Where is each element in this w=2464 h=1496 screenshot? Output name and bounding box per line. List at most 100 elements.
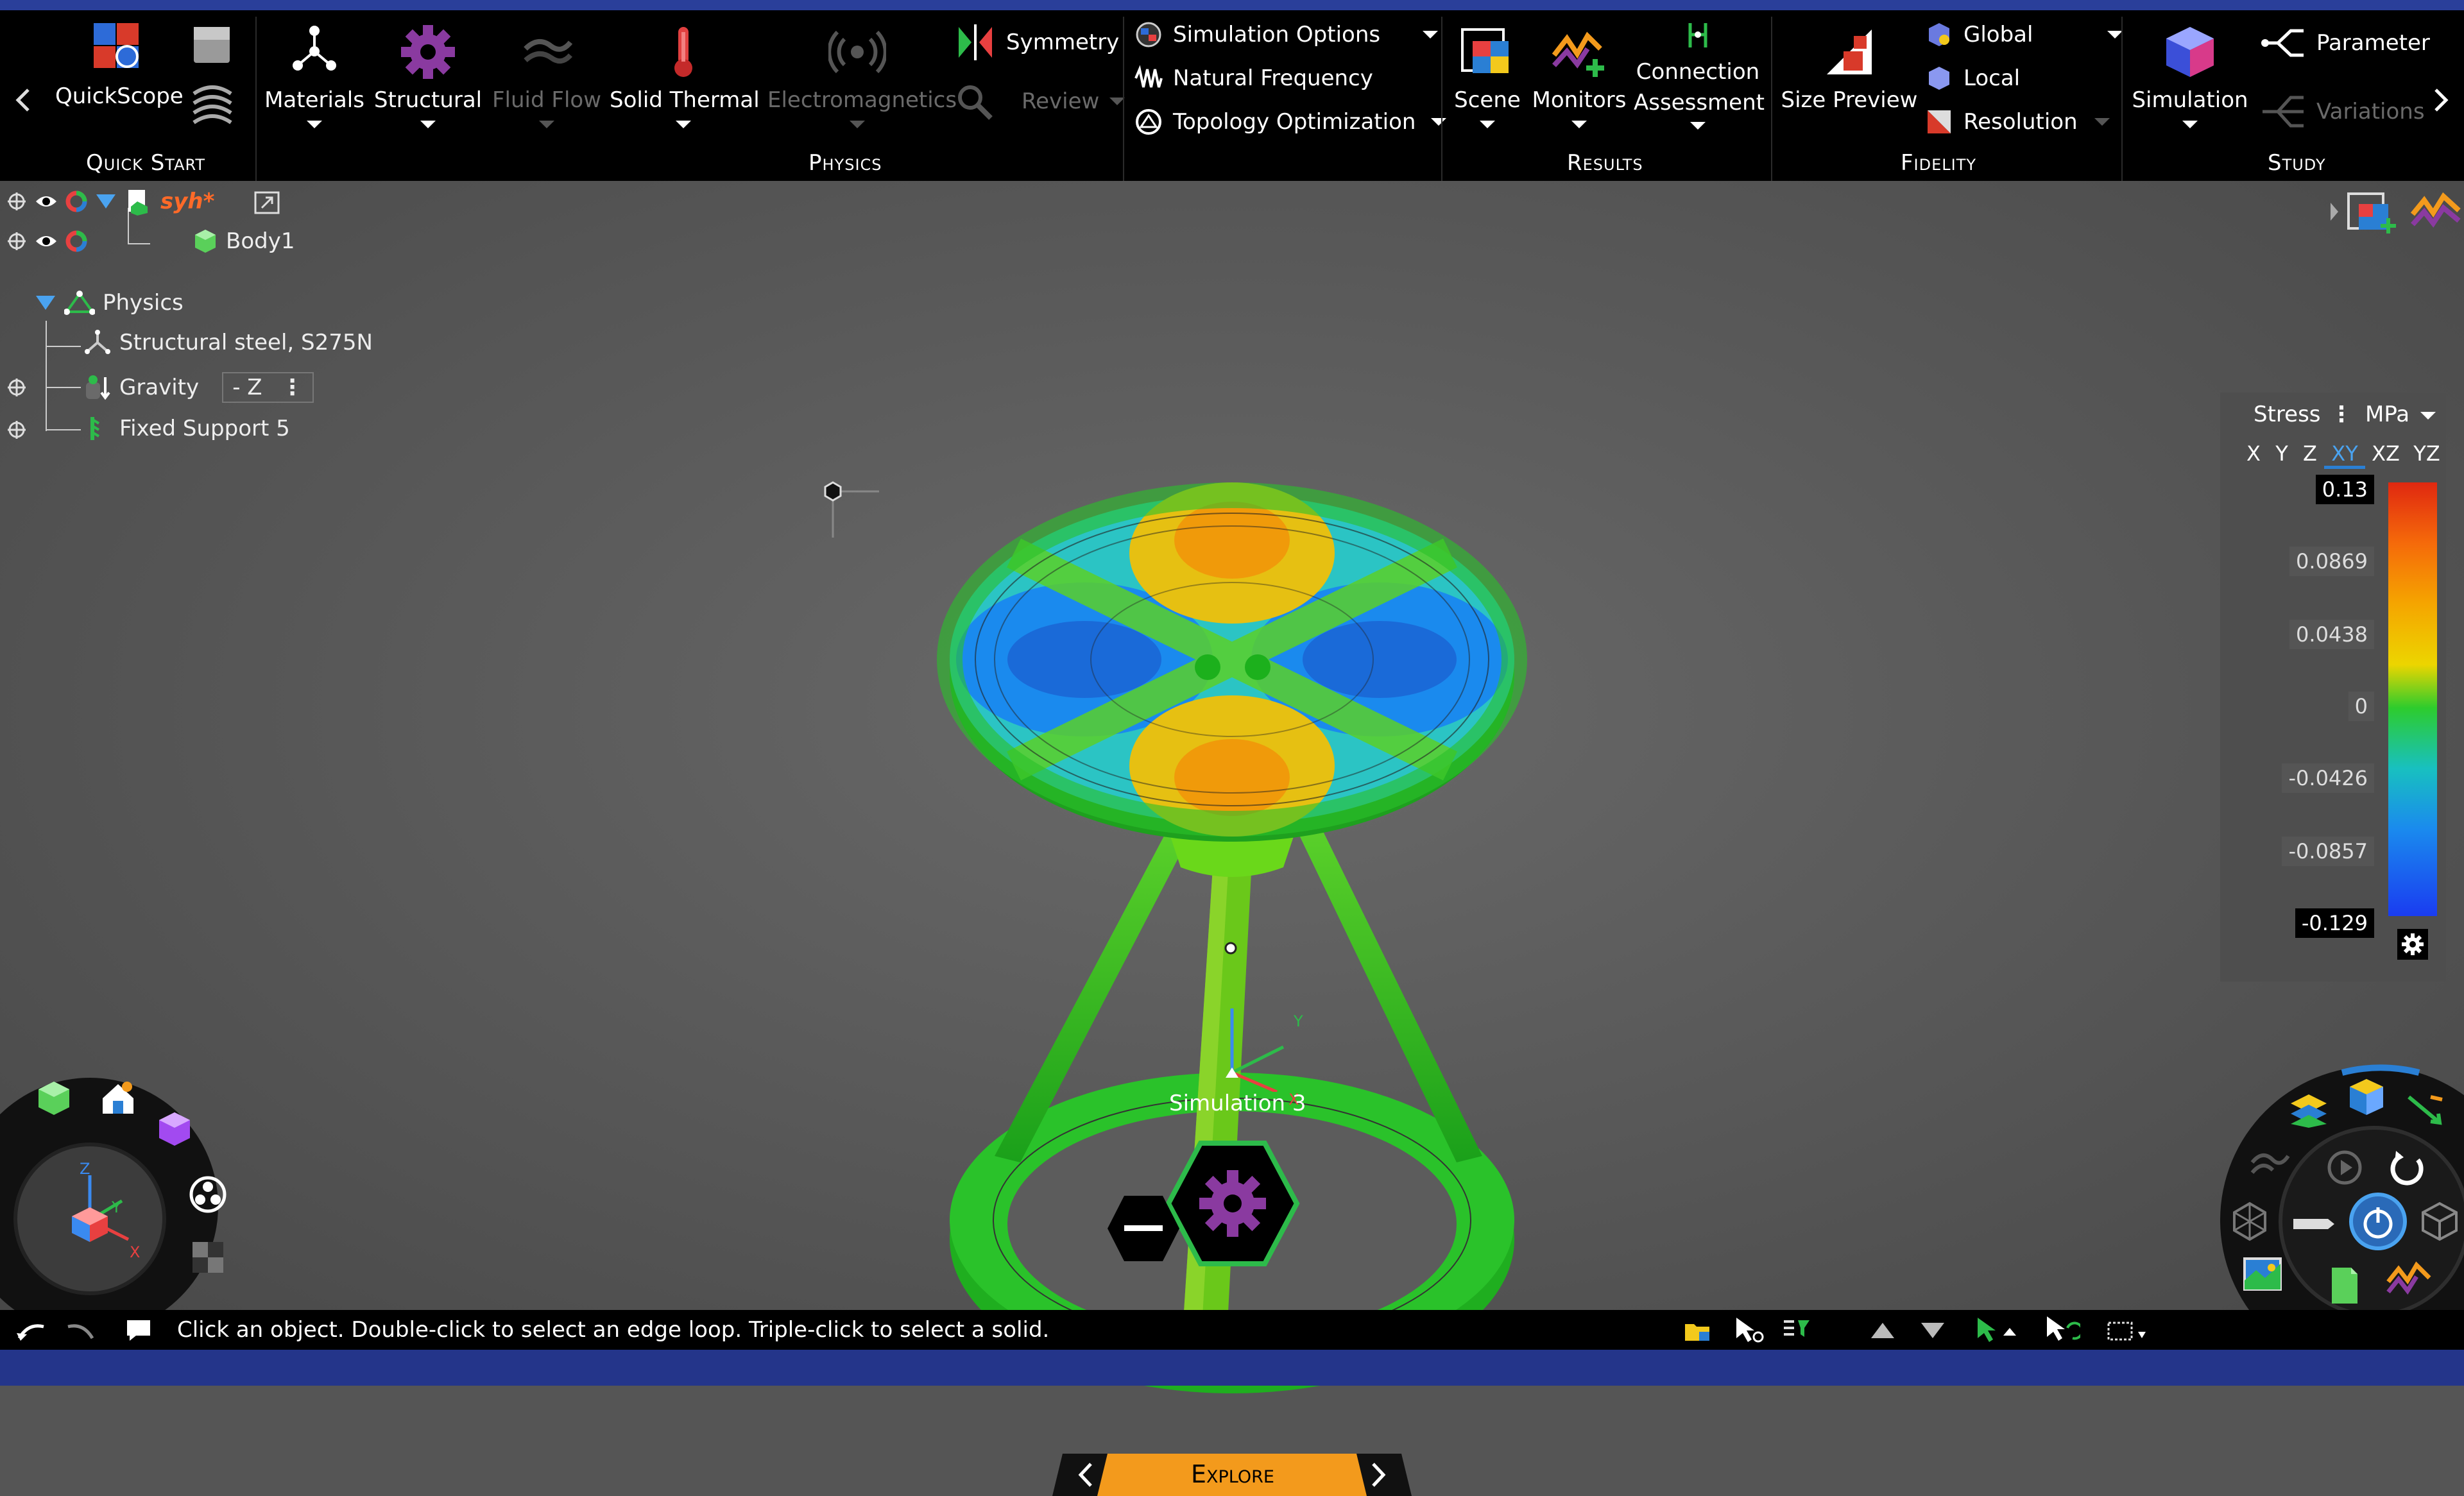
document-icon[interactable]	[2325, 1265, 2361, 1306]
view-orbit-icon[interactable]	[187, 1174, 228, 1215]
arrow-up-icon[interactable]	[1869, 1320, 1897, 1341]
select-arrow-icon[interactable]	[1734, 1316, 1766, 1345]
scene-small-icon[interactable]	[2346, 187, 2397, 236]
contour-image-icon[interactable]	[2242, 1255, 2283, 1293]
mesh-sphere-icon[interactable]	[2229, 1201, 2270, 1242]
minimize-hex-button[interactable]	[1105, 1193, 1182, 1264]
connection-assessment-button[interactable]: Connection Assessment	[1634, 21, 1765, 130]
monitors-wheel-icon[interactable]	[2386, 1259, 2432, 1297]
orientation-triad-icon[interactable]	[51, 1156, 141, 1259]
component-tab-yz[interactable]: YZ	[2406, 441, 2447, 469]
filter-list-icon[interactable]	[1781, 1318, 1813, 1343]
ribbon-scroll-left-icon[interactable]	[14, 87, 32, 113]
color-wheel-icon[interactable]	[65, 230, 87, 252]
gravity-direction-box[interactable]: - Z ⋮	[222, 372, 314, 403]
graphics-viewport[interactable]: syh* Body1 Physics Structural steel, S27…	[0, 181, 2464, 1496]
playback-icon[interactable]	[2324, 1148, 2365, 1187]
crosshair-icon[interactable]	[6, 377, 27, 398]
message-icon[interactable]	[124, 1318, 153, 1343]
view-cube-green-icon[interactable]	[36, 1079, 72, 1118]
eye-icon[interactable]	[35, 231, 58, 251]
legend-settings-gear-icon[interactable]	[2397, 929, 2428, 960]
legend-quantity-label[interactable]: Stress	[2254, 402, 2321, 427]
crosshair-icon[interactable]	[6, 420, 27, 440]
ribbon-scroll-right-icon[interactable]	[2432, 87, 2450, 113]
tree-row-body[interactable]: Body1	[6, 228, 295, 254]
tree-row-root[interactable]: syh*	[6, 187, 214, 216]
undo-icon[interactable]	[15, 1320, 47, 1342]
view-home-icon[interactable]	[99, 1079, 137, 1118]
structural-dropdown-icon[interactable]	[420, 121, 436, 128]
component-tab-y[interactable]: Y	[2268, 441, 2296, 469]
collapse-triangle-icon[interactable]	[35, 294, 56, 311]
symmetry-button[interactable]: Symmetry	[955, 23, 1119, 62]
electromagnetics-button[interactable]: Electromagnetics	[767, 23, 957, 128]
popout-icon[interactable]	[254, 191, 280, 214]
local-button[interactable]: Local	[1925, 64, 2020, 92]
expand-mini-toolbar-icon[interactable]	[2328, 200, 2341, 223]
fluid-flow-dropdown-icon[interactable]	[539, 121, 554, 128]
select-rotate-icon[interactable]	[2044, 1315, 2080, 1346]
eye-icon[interactable]	[35, 191, 58, 212]
scene-button[interactable]: Scene	[1449, 23, 1526, 128]
simulation-dropdown-icon[interactable]	[2182, 121, 2198, 128]
view-cube-purple-icon[interactable]	[157, 1110, 193, 1148]
fluid-flow-button[interactable]: Fluid Flow	[489, 23, 604, 128]
reset-rotate-icon[interactable]	[2387, 1148, 2428, 1187]
natural-frequency-button[interactable]: Natural Frequency	[1134, 64, 1373, 92]
probe-icon[interactable]	[2289, 1210, 2336, 1238]
monitors-small-icon[interactable]	[2410, 187, 2461, 239]
fluid-wave-icon[interactable]	[2250, 1143, 2291, 1179]
view-checker-icon[interactable]	[191, 1241, 225, 1274]
electromagnetics-dropdown-icon[interactable]	[850, 121, 865, 128]
more-options-icon[interactable]: ⋮	[282, 375, 304, 400]
box-select-icon[interactable]	[2106, 1319, 2151, 1343]
parameter-button[interactable]: Parameter	[2259, 27, 2430, 59]
explore-mode-label[interactable]: Explore	[1108, 1460, 1358, 1488]
cube-view-icon[interactable]	[2347, 1076, 2386, 1118]
legend-unit-label[interactable]: MPa	[2365, 402, 2409, 427]
global-dropdown-icon[interactable]	[2107, 31, 2123, 38]
connection-assessment-dropdown-icon[interactable]	[1690, 122, 1706, 130]
component-tab-x[interactable]: X	[2239, 441, 2268, 469]
component-tab-xy[interactable]: XY	[2324, 441, 2365, 469]
light-source-icon[interactable]	[809, 463, 886, 540]
surface-stack-icon[interactable]	[190, 23, 235, 139]
structural-hex-button[interactable]	[1165, 1139, 1300, 1268]
monitors-dropdown-icon[interactable]	[1571, 121, 1587, 128]
simulation-options-button[interactable]: Simulation Options	[1134, 21, 1439, 49]
arrow-down-icon[interactable]	[1919, 1320, 1947, 1341]
crosshair-icon[interactable]	[6, 231, 27, 251]
swap-arrows-icon[interactable]	[2405, 1091, 2446, 1129]
materials-button[interactable]: Materials	[263, 23, 366, 128]
expand-triangle-icon[interactable]	[95, 193, 117, 210]
previous-mode-icon[interactable]	[1075, 1461, 1095, 1488]
component-tab-xz[interactable]: XZ	[2365, 441, 2406, 469]
size-preview-button[interactable]: Size Preview	[1779, 23, 1920, 113]
global-button[interactable]: Global	[1925, 21, 2123, 49]
tree-row-physics[interactable]: Physics	[35, 289, 184, 317]
quickscope-button[interactable]: QuickScope	[55, 19, 184, 109]
resolution-button[interactable]: Resolution	[1925, 108, 2110, 136]
wireframe-cube-icon[interactable]	[2419, 1201, 2460, 1242]
legend-unit-dropdown-icon[interactable]	[2420, 412, 2436, 420]
tree-row-material[interactable]: Structural steel, S275N	[83, 330, 373, 355]
review-button[interactable]: Review	[955, 82, 1125, 121]
simulation-options-dropdown-icon[interactable]	[1423, 31, 1439, 38]
tree-row-gravity[interactable]: Gravity - Z ⋮	[83, 372, 314, 403]
redo-icon[interactable]	[64, 1320, 96, 1342]
topology-optimization-button[interactable]: Topology Optimization	[1134, 108, 1447, 136]
variations-button[interactable]: Variations	[2259, 92, 2425, 131]
color-wheel-icon[interactable]	[65, 191, 87, 212]
materials-dropdown-icon[interactable]	[307, 121, 322, 128]
monitors-button[interactable]: Monitors	[1531, 23, 1627, 128]
component-tab-z[interactable]: Z	[2296, 441, 2324, 469]
scene-dropdown-icon[interactable]	[1480, 121, 1495, 128]
crosshair-icon[interactable]	[6, 191, 27, 212]
legend-more-options-icon[interactable]: ⋮	[2331, 402, 2352, 427]
folder-select-icon[interactable]	[1684, 1318, 1712, 1343]
solid-thermal-button[interactable]: Solid Thermal	[610, 23, 760, 128]
next-mode-icon[interactable]	[1369, 1461, 1389, 1488]
tree-row-fixed-support[interactable]: Fixed Support 5	[83, 414, 290, 443]
select-mode-icon[interactable]	[1975, 1316, 2020, 1345]
